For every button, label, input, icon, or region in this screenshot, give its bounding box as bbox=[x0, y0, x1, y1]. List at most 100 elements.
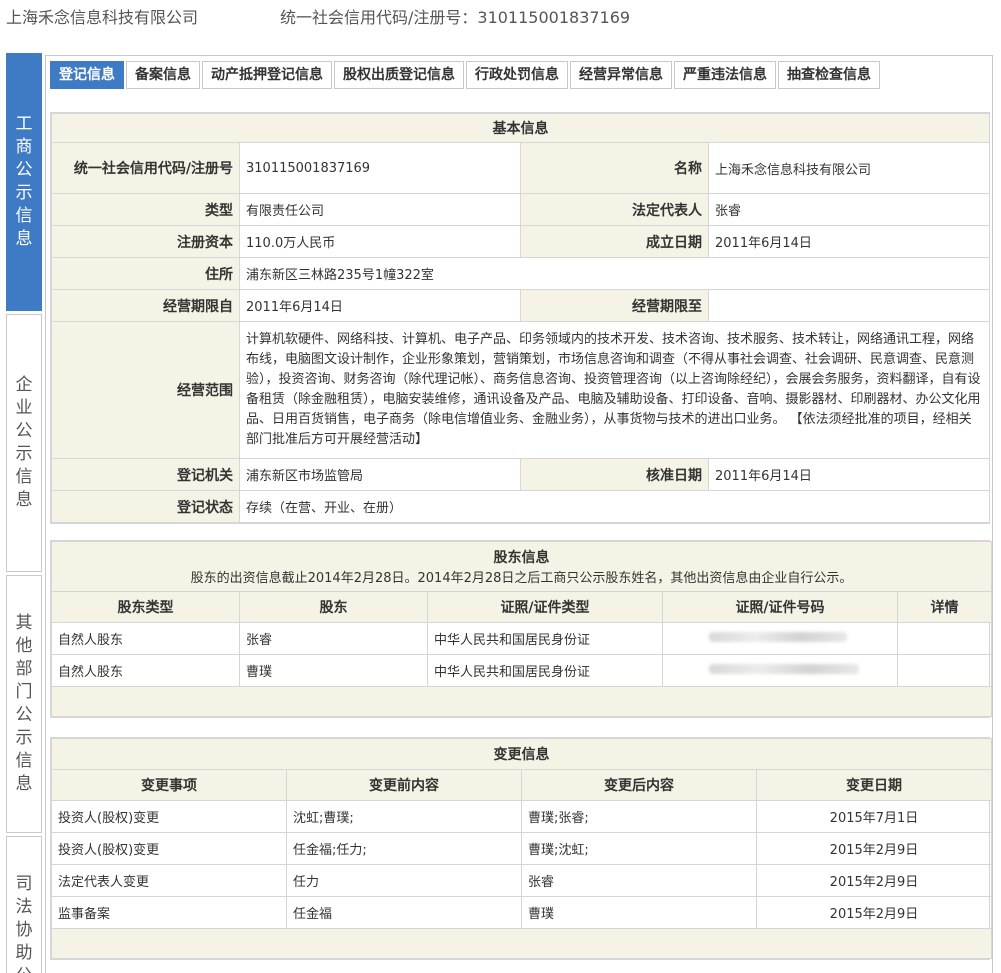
col-change-item: 变更事项 bbox=[51, 769, 287, 801]
table-row: 自然人股东 张睿 中华人民共和国居民身份证 bbox=[51, 622, 993, 655]
sidebar-item-judicial-assistance[interactable]: 司法协助公 bbox=[6, 836, 42, 973]
address-value: 浦东新区三林路235号1幢322室 bbox=[239, 257, 990, 290]
sidebar-item-business-publicity[interactable]: 工商公示信息 bbox=[6, 53, 42, 311]
tab-bar: 登记信息 备案信息 动产抵押登记信息 股权出质登记信息 行政处罚信息 经营异常信… bbox=[50, 61, 882, 89]
basic-info-section: 基本信息 统一社会信用代码/注册号 310115001837169 名称 上海禾… bbox=[50, 112, 990, 524]
company-name: 上海禾念信息科技有限公司 bbox=[6, 8, 199, 27]
change-title: 变更信息 bbox=[51, 738, 992, 770]
before-cell: 任金福;任力; bbox=[286, 832, 522, 865]
name-label: 名称 bbox=[520, 142, 709, 194]
change-item-cell: 投资人(股权)变更 bbox=[51, 800, 287, 833]
shareholder-note: 股东的出资信息截止2014年2月28日。2014年2月28日之后工商只公示股东姓… bbox=[190, 571, 853, 586]
type-value: 有限责任公司 bbox=[239, 193, 521, 226]
address-label: 住所 bbox=[51, 257, 240, 290]
table-row: 投资人(股权)变更 任金福;任力; 曹璞;沈虹; 2015年2月9日 bbox=[51, 832, 992, 865]
term-to-value bbox=[708, 289, 990, 322]
basic-info-title: 基本信息 bbox=[51, 113, 990, 143]
term-from-value: 2011年6月14日 bbox=[239, 289, 521, 322]
table-row: 投资人(股权)变更 沈虹;曹璞; 曹璞;张睿; 2015年7月1日 bbox=[51, 800, 992, 833]
sidebar-item-other-dept-publicity[interactable]: 其他部门公示信息 bbox=[6, 575, 42, 833]
col-shareholder-type: 股东类型 bbox=[51, 591, 240, 623]
redacted-id-number bbox=[709, 664, 859, 674]
term-from-label: 经营期限自 bbox=[51, 289, 240, 322]
tab-registration[interactable]: 登记信息 bbox=[50, 61, 124, 89]
established-value: 2011年6月14日 bbox=[708, 225, 990, 258]
shareholder-type-cell: 自然人股东 bbox=[51, 622, 240, 655]
name-value: 上海禾念信息科技有限公司 bbox=[708, 142, 990, 194]
shareholder-name-cell: 张睿 bbox=[239, 622, 428, 655]
change-item-cell: 法定代表人变更 bbox=[51, 864, 287, 897]
tab-filing[interactable]: 备案信息 bbox=[126, 61, 200, 89]
change-table: 变更信息 变更事项 变更前内容 变更后内容 变更日期 投资人(股权)变更 沈虹;… bbox=[51, 738, 992, 959]
after-cell: 曹璞 bbox=[521, 896, 757, 929]
credit-code-label: 统一社会信用代码/注册号 bbox=[51, 142, 240, 194]
tab-spot-check[interactable]: 抽查检查信息 bbox=[778, 61, 880, 89]
change-item-cell: 监事备案 bbox=[51, 896, 287, 929]
after-cell: 曹璞;张睿; bbox=[521, 800, 757, 833]
authority-label: 登记机关 bbox=[51, 458, 240, 491]
approval-date-label: 核准日期 bbox=[520, 458, 709, 491]
before-cell: 任力 bbox=[286, 864, 522, 897]
legal-rep-value: 张睿 bbox=[708, 193, 990, 226]
scope-label: 经营范围 bbox=[51, 321, 240, 459]
id-type-cell: 中华人民共和国居民身份证 bbox=[427, 654, 663, 687]
shareholder-pagination bbox=[50, 686, 993, 717]
table-row: 法定代表人变更 任力 张睿 2015年2月9日 bbox=[51, 864, 992, 897]
status-value: 存续（在营、开业、在册） bbox=[239, 490, 990, 523]
change-date-cell: 2015年2月9日 bbox=[756, 832, 992, 865]
details-cell bbox=[896, 622, 993, 655]
legal-rep-label: 法定代表人 bbox=[520, 193, 709, 226]
id-number-cell bbox=[662, 654, 898, 687]
sidebar-item-enterprise-publicity[interactable]: 企业公示信息 bbox=[6, 314, 42, 572]
sidebar-item-label: 其他部门公示信息 bbox=[15, 613, 33, 794]
sidebar-item-label: 工商公示信息 bbox=[15, 114, 33, 249]
table-row: 自然人股东 曹璞 中华人民共和国居民身份证 bbox=[51, 654, 993, 687]
after-cell: 曹璞;沈虹; bbox=[521, 832, 757, 865]
sidebar-item-label: 司法协助公 bbox=[15, 874, 33, 973]
tab-admin-penalty[interactable]: 行政处罚信息 bbox=[466, 61, 568, 89]
change-date-cell: 2015年2月9日 bbox=[756, 864, 992, 897]
shareholder-section: 股东信息 股东的出资信息截止2014年2月28日。2014年2月28日之后工商只… bbox=[50, 540, 993, 718]
col-before: 变更前内容 bbox=[286, 769, 522, 801]
status-label: 登记状态 bbox=[51, 490, 240, 523]
tab-serious-violation[interactable]: 严重违法信息 bbox=[674, 61, 776, 89]
redacted-id-number bbox=[709, 632, 847, 642]
sidebar: 工商公示信息 企业公示信息 其他部门公示信息 司法协助公 bbox=[6, 53, 42, 973]
credit-code-value: 310115001837169 bbox=[239, 142, 521, 194]
page-header: 上海禾念信息科技有限公司 统一社会信用代码/注册号：31011500183716… bbox=[6, 5, 630, 27]
sidebar-item-label: 企业公示信息 bbox=[15, 375, 33, 510]
tab-chattel-mortgage[interactable]: 动产抵押登记信息 bbox=[202, 61, 332, 89]
col-shareholder: 股东 bbox=[239, 591, 428, 623]
col-after: 变更后内容 bbox=[521, 769, 757, 801]
col-details: 详情 bbox=[896, 591, 993, 623]
details-cell bbox=[896, 654, 993, 687]
change-section: 变更信息 变更事项 变更前内容 变更后内容 变更日期 投资人(股权)变更 沈虹;… bbox=[50, 737, 992, 960]
type-label: 类型 bbox=[51, 193, 240, 226]
table-row: 监事备案 任金福 曹璞 2015年2月9日 bbox=[51, 896, 992, 929]
col-id-type: 证照/证件类型 bbox=[427, 591, 663, 623]
shareholder-name-cell: 曹璞 bbox=[239, 654, 428, 687]
tab-abnormal-operation[interactable]: 经营异常信息 bbox=[570, 61, 672, 89]
capital-label: 注册资本 bbox=[51, 225, 240, 258]
shareholder-header: 股东信息 股东的出资信息截止2014年2月28日。2014年2月28日之后工商只… bbox=[50, 541, 993, 592]
col-change-date: 变更日期 bbox=[756, 769, 992, 801]
approval-date-value: 2011年6月14日 bbox=[708, 458, 990, 491]
credit-code-line: 统一社会信用代码/注册号：310115001837169 bbox=[280, 8, 631, 27]
change-date-cell: 2015年2月9日 bbox=[756, 896, 992, 929]
change-item-cell: 投资人(股权)变更 bbox=[51, 832, 287, 865]
col-id-number: 证照/证件号码 bbox=[662, 591, 898, 623]
capital-value: 110.0万人民币 bbox=[239, 225, 521, 258]
id-type-cell: 中华人民共和国居民身份证 bbox=[427, 622, 663, 655]
established-label: 成立日期 bbox=[520, 225, 709, 258]
after-cell: 张睿 bbox=[521, 864, 757, 897]
before-cell: 任金福 bbox=[286, 896, 522, 929]
term-to-label: 经营期限至 bbox=[520, 289, 709, 322]
tab-equity-pledge[interactable]: 股权出质登记信息 bbox=[334, 61, 464, 89]
authority-value: 浦东新区市场监管局 bbox=[239, 458, 521, 491]
shareholder-title: 股东信息 bbox=[493, 550, 550, 566]
before-cell: 沈虹;曹璞; bbox=[286, 800, 522, 833]
shareholder-table: 股东信息 股东的出资信息截止2014年2月28日。2014年2月28日之后工商只… bbox=[50, 541, 993, 717]
change-pagination bbox=[51, 928, 992, 959]
main-panel: 登记信息 备案信息 动产抵押登记信息 股权出质登记信息 行政处罚信息 经营异常信… bbox=[45, 55, 993, 973]
id-number-cell bbox=[662, 622, 898, 655]
